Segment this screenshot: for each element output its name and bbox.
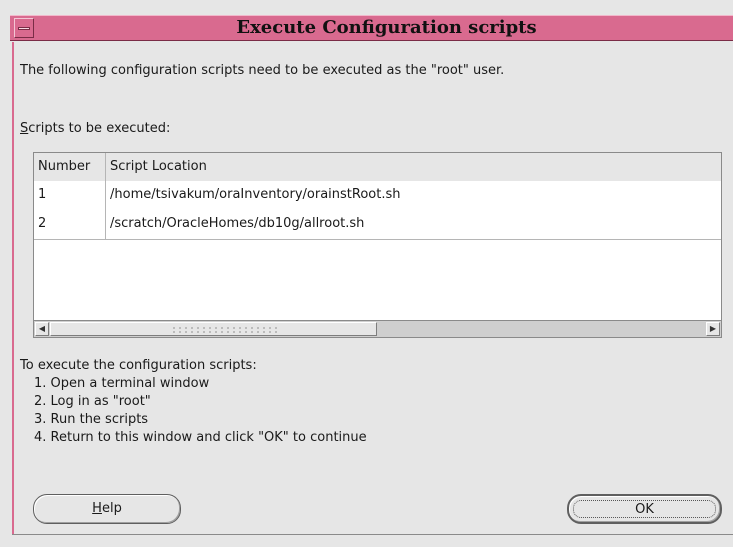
- instruction-step: 3. Run the scripts: [34, 412, 149, 427]
- help-label: elp: [101, 501, 122, 516]
- column-header-number[interactable]: Number: [34, 153, 106, 181]
- scrollbar-grip: [171, 326, 281, 333]
- ok-button[interactable]: OK: [567, 494, 722, 524]
- instructions: To execute the configuration scripts: 1.…: [20, 357, 367, 447]
- row-location-cell: /home/tsivakum/oraInventory/orainstRoot.…: [110, 187, 401, 202]
- table-header: Number Script Location: [34, 153, 721, 182]
- window-bottom-edge: [12, 534, 733, 535]
- scroll-left-arrow-icon[interactable]: ◀: [35, 322, 49, 336]
- column-header-script-location[interactable]: Script Location: [106, 153, 721, 181]
- intro-text: The following configuration scripts need…: [20, 63, 505, 78]
- window-title: Execute Configuration scripts: [236, 17, 537, 38]
- window-menu-button[interactable]: [14, 18, 34, 38]
- instructions-steps: 1. Open a terminal window 2. Log in as "…: [20, 375, 367, 447]
- title-bar[interactable]: Execute Configuration scripts: [10, 15, 733, 41]
- horizontal-scrollbar[interactable]: ◀ ▶: [34, 320, 721, 337]
- scripts-table[interactable]: Number Script Location 1 /home/tsivakum/…: [33, 152, 722, 338]
- scroll-right-arrow-icon[interactable]: ▶: [706, 322, 720, 336]
- scripts-label: Scripts to be executed:: [20, 121, 170, 136]
- instructions-heading: To execute the configuration scripts:: [20, 358, 257, 373]
- row-number-cell: 2: [34, 210, 106, 239]
- scrollbar-thumb[interactable]: [50, 322, 377, 336]
- table-row[interactable]: 2 /scratch/OracleHomes/db10g/allroot.sh: [34, 210, 721, 240]
- ok-label: OK: [573, 500, 716, 518]
- scripts-label-text: cripts to be executed:: [28, 121, 171, 136]
- instruction-step: 1. Open a terminal window: [34, 376, 210, 391]
- row-location-cell: /scratch/OracleHomes/db10g/allroot.sh: [110, 216, 365, 231]
- table-row[interactable]: 1 /home/tsivakum/oraInventory/orainstRoo…: [34, 181, 721, 211]
- instruction-step: 4. Return to this window and click "OK" …: [34, 430, 367, 445]
- instruction-step: 2. Log in as "root": [34, 394, 151, 409]
- window-menu-icon: [18, 27, 30, 30]
- row-number-cell: 1: [34, 181, 106, 210]
- help-mnemonic: H: [92, 501, 102, 516]
- help-button[interactable]: Help: [33, 494, 181, 524]
